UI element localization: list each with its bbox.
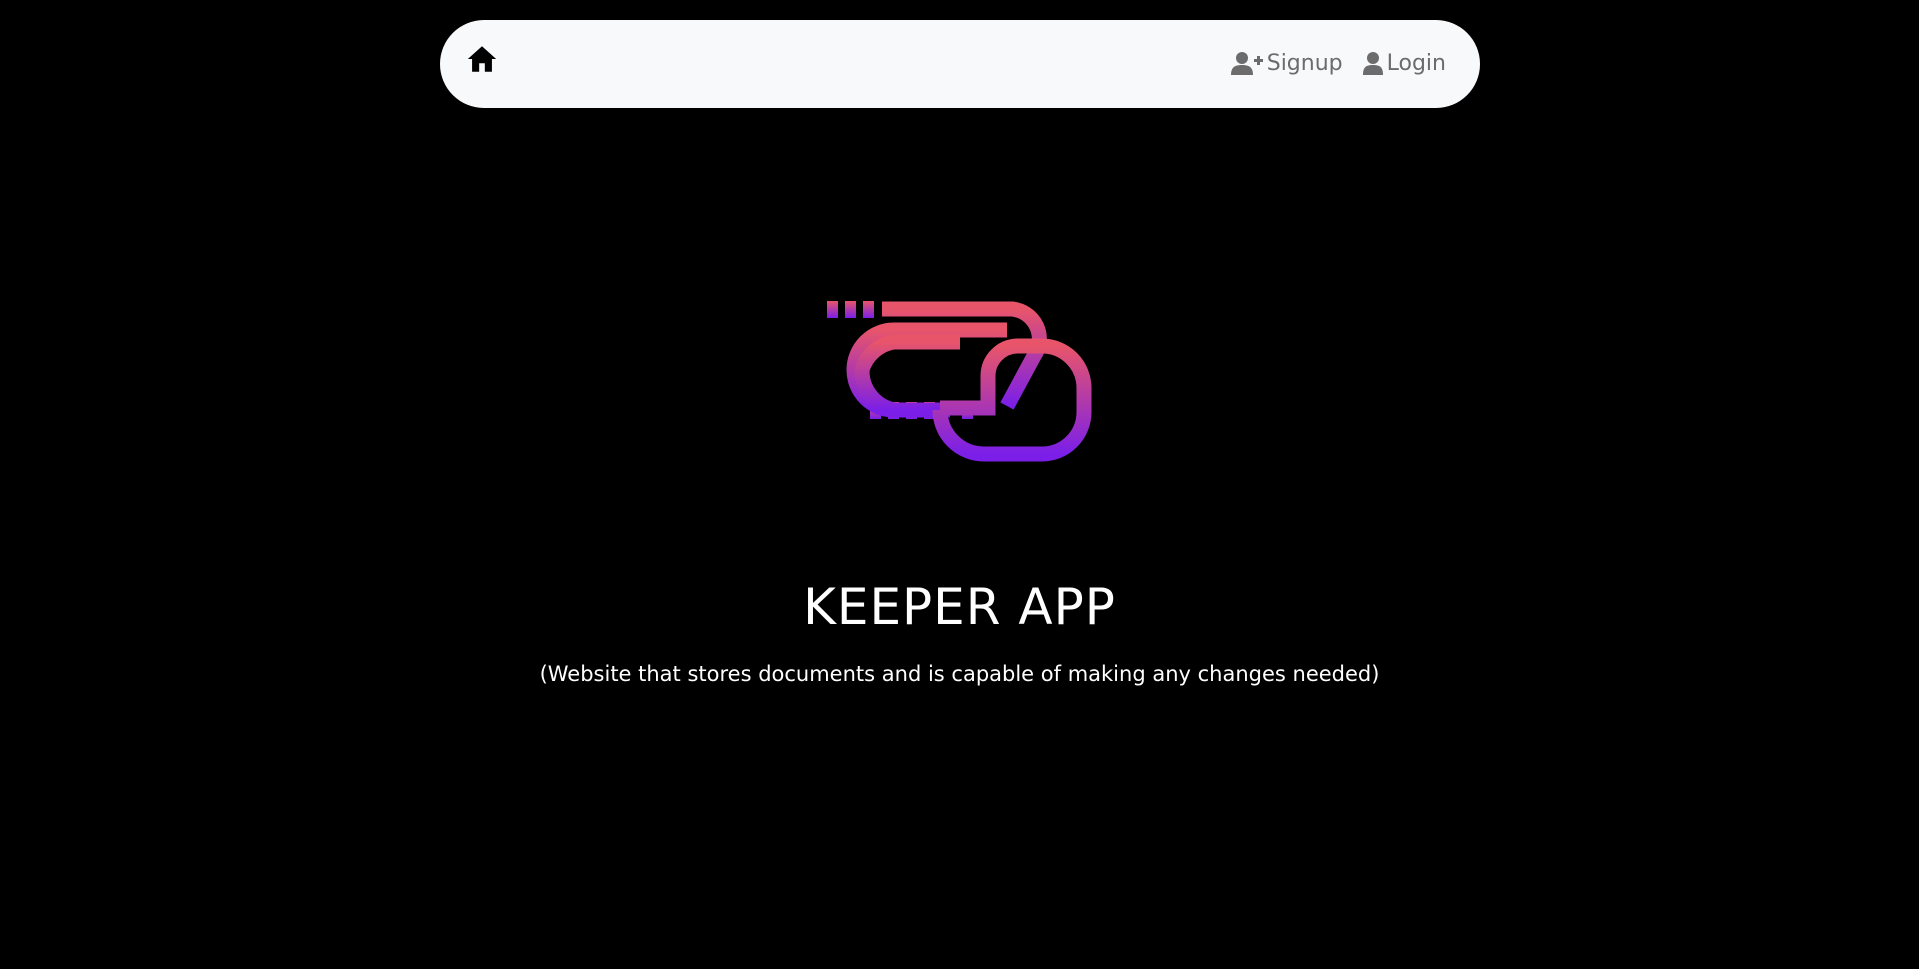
- user-plus-icon: [1230, 52, 1263, 75]
- signup-label: Signup: [1266, 50, 1343, 76]
- navbar: Signup Login: [440, 20, 1480, 108]
- signup-link[interactable]: Signup: [1230, 50, 1343, 76]
- user-icon: [1362, 52, 1383, 75]
- login-link[interactable]: Login: [1362, 50, 1446, 76]
- app-logo: [827, 301, 1092, 462]
- app-title: KEEPER APP: [803, 578, 1116, 636]
- home-icon: [467, 46, 497, 72]
- login-label: Login: [1386, 50, 1446, 76]
- nav-links: Signup Login: [1230, 46, 1446, 80]
- home-link[interactable]: [465, 42, 499, 76]
- app-subtitle: (Website that stores documents and is ca…: [539, 662, 1380, 686]
